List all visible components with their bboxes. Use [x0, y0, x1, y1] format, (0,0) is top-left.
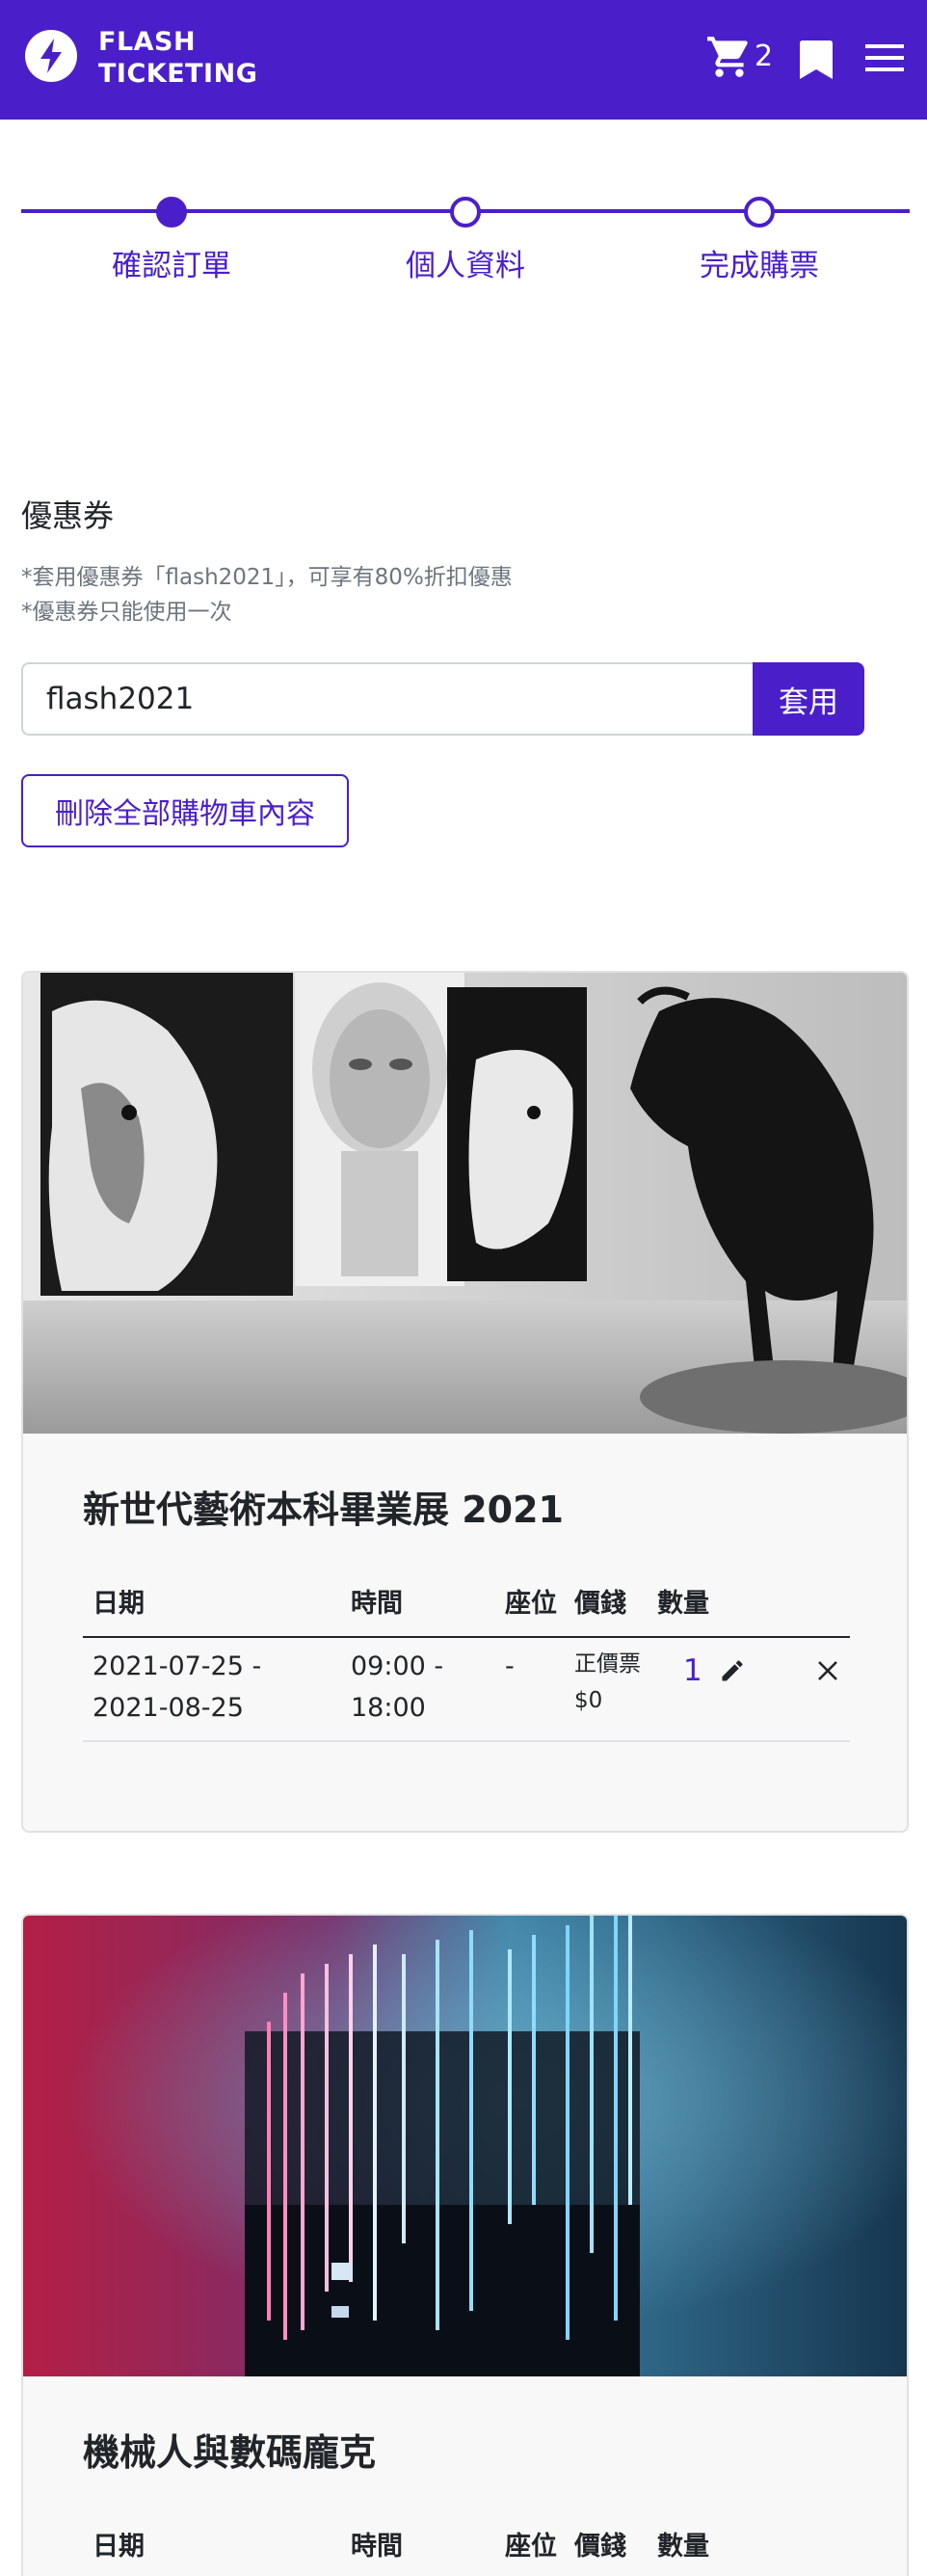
step-1-dot — [156, 197, 187, 228]
cart-icon[interactable] — [705, 35, 754, 79]
step-label-confirm-order: 確認訂單 — [112, 249, 231, 283]
brand-line-2: TICKETING — [98, 59, 258, 89]
header-date: 日期 — [93, 1589, 145, 1619]
header-price: 價錢 — [574, 2532, 626, 2562]
checkout-stepper: 確認訂單 個人資料 完成購票 — [21, 183, 910, 299]
coupon-note-1: *套用優惠券「flash2021」，可享有80%折扣優惠 — [21, 565, 513, 590]
remove-item-close-icon[interactable] — [816, 1659, 839, 1686]
delete-all-cart-button[interactable]: 刪除全部購物車內容 — [21, 774, 349, 847]
brand-line-1: FLASH — [98, 27, 197, 57]
coupon-title: 優惠券 — [21, 497, 115, 534]
cart-item-card: 機械人與數碼龐克 日期 時間 座位 價錢 數量 — [21, 1914, 909, 2576]
step-2-dot — [450, 197, 481, 228]
brand-name[interactable]: FLASH TICKETING — [98, 26, 257, 90]
bookmark-icon[interactable] — [800, 40, 833, 83]
item-quantity: 1 — [683, 1653, 702, 1688]
header-seat: 座位 — [505, 1589, 557, 1619]
header-date: 日期 — [93, 2532, 145, 2562]
header-time: 時間 — [351, 2532, 403, 2562]
coupon-note-2: *優惠券只能使用一次 — [21, 600, 232, 625]
table-header-divider — [83, 1636, 850, 1638]
header-time: 時間 — [351, 1589, 403, 1619]
top-navbar: FLASH TICKETING 2 — [0, 0, 927, 120]
item-seat: - — [505, 1651, 515, 1681]
item-time-end: 18:00 — [351, 1693, 426, 1723]
table-row-divider — [83, 1740, 850, 1742]
event-title: 機械人與數碼龐克 — [83, 2431, 377, 2474]
item-time-start: 09:00 - — [351, 1651, 444, 1681]
event-image[interactable] — [23, 973, 907, 1434]
event-image[interactable] — [23, 1916, 907, 2376]
item-price: 正價票 $0 — [574, 1646, 641, 1719]
item-date-start: 2021-07-25 - — [93, 1651, 262, 1681]
item-date: 2021-07-25 - 2021-08-25 — [93, 1646, 261, 1729]
step-label-personal-info: 個人資料 — [406, 249, 525, 283]
item-time: 09:00 - 18:00 — [351, 1646, 443, 1729]
step-label-complete: 完成購票 — [700, 249, 819, 283]
hamburger-menu-icon[interactable] — [865, 42, 904, 77]
header-quantity: 數量 — [657, 1589, 709, 1619]
lightning-icon[interactable] — [25, 30, 77, 82]
header-price: 價錢 — [574, 1589, 626, 1619]
item-ticket-type: 正價票 — [574, 1651, 641, 1677]
cart-count-badge[interactable]: 2 — [755, 39, 773, 75]
header-quantity: 數量 — [657, 2532, 709, 2562]
apply-coupon-button[interactable]: 套用 — [753, 662, 864, 736]
coupon-code-input[interactable] — [21, 662, 754, 736]
item-price-value: $0 — [574, 1688, 603, 1713]
header-seat: 座位 — [505, 2532, 557, 2562]
edit-pencil-icon[interactable] — [719, 1657, 746, 1688]
cart-item-card: 新世代藝術本科畢業展 2021 日期 時間 座位 價錢 數量 2021-07-2… — [21, 971, 909, 1833]
step-3-dot — [744, 197, 775, 228]
event-title: 新世代藝術本科畢業展 2021 — [83, 1489, 564, 1531]
item-date-end: 2021-08-25 — [93, 1693, 244, 1723]
